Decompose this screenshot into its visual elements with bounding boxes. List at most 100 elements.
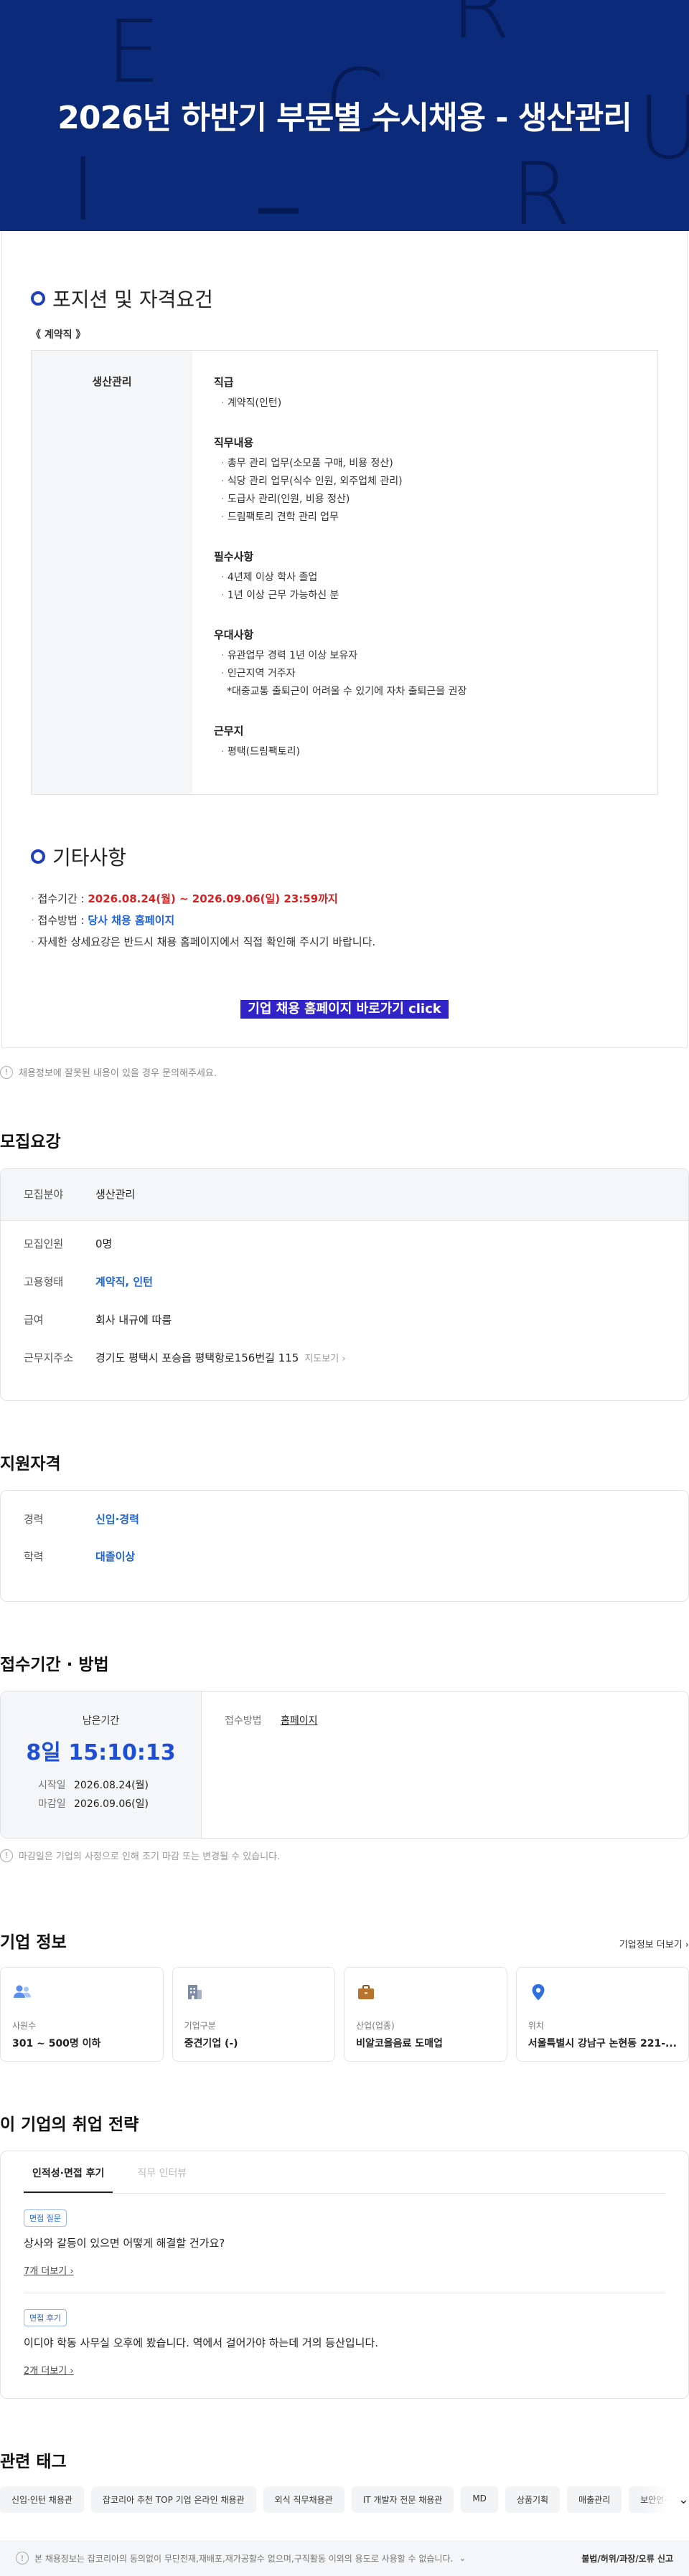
period-box: 남은기간 8일 15:10:13 시작일 2026.08.24(월) 마감일 202… (0, 1691, 689, 1839)
period-dates: 시작일 2026.08.24(월) 마감일 2026.09.06(일) (1, 1776, 201, 1813)
tags-expand[interactable]: ⌄ (643, 2486, 689, 2513)
recruit-head-label: 모집분야 (24, 1188, 64, 1201)
strategy-more-link[interactable]: 2개 더보기 › (24, 2363, 665, 2377)
banner-bg-bar (258, 208, 299, 214)
strategy-badge: 면접 질문 (24, 2209, 67, 2227)
tag-item[interactable]: 외식 직무채용관 (263, 2486, 344, 2513)
position-section-title: 포지션 및 자격요건 (31, 231, 658, 313)
briefcase-icon (358, 1985, 375, 1999)
strategy-item: 면접 후기 이디야 학동 사무실 오후에 봤습니다. 역에서 걸어가야 하는데 … (24, 2293, 665, 2377)
group-item: 드림팩토리 견학 관리 업무 (214, 509, 634, 527)
company-more-label: 기업정보 더보기 (619, 1940, 683, 1950)
apply-homepage-link[interactable]: 홈페이지 (281, 1715, 318, 1727)
strategy-more-label: 7개 더보기 (24, 2266, 67, 2277)
tags-wrap: 신입·인턴 채용관 잡코리아 추천 TOP 기업 온라인 채용관 외식 직무채용… (0, 2486, 689, 2513)
strategy-badge: 면접 후기 (24, 2309, 67, 2326)
recruit-row-value: 0명 (95, 1237, 113, 1250)
strategy-text[interactable]: 이디야 학동 사무실 오후에 봤습니다. 역에서 걸어가야 하는데 거의 등산입… (24, 2335, 665, 2350)
recruit-row: 급여 회사 내규에 따름 (24, 1313, 665, 1327)
strategy-item: 면접 질문 상사와 갈등이 있으면 어떻게 해결할 건가요? 7개 더보기 › (24, 2194, 665, 2277)
banner-bg-letter: R (451, 0, 511, 58)
etc-list: 접수기간 : 2026.08.24(월) ~ 2026.09.06(일) 23:… (31, 888, 658, 953)
company-more-link[interactable]: 기업정보 더보기 › (619, 1937, 689, 1950)
company-homepage-button[interactable]: 기업 채용 홈페이지 바로가기 click (240, 1000, 449, 1019)
group-item: 4년제 이상 학사 졸업 (214, 569, 634, 587)
tag-item[interactable]: 신입·인턴 채용관 (0, 2486, 84, 2513)
group-title: 직무내용 (214, 436, 254, 449)
position-field: 생산관리 (32, 351, 192, 794)
etc-method-value: 당사 채용 홈페이지 (88, 914, 175, 927)
tag-item[interactable]: 매출관리 (567, 2486, 622, 2513)
apply-method: 접수방법 홈페이지 (202, 1692, 341, 1838)
chevron-down-icon[interactable]: ⌄ (459, 2553, 466, 2563)
group-item: 1년 이상 근무 가능하신 분 (214, 587, 634, 605)
map-link[interactable]: 지도보기 › (304, 1354, 345, 1364)
recruit-row: 고용형태 계약직, 인턴 (24, 1275, 665, 1289)
qualification-row-value: 신입·경력 (95, 1513, 139, 1526)
group-title: 우대사항 (214, 628, 254, 641)
chevron-right-icon: › (685, 1940, 689, 1950)
banner-bg-letter: E (106, 3, 161, 103)
company-cards: 사원수 301 ~ 500명 이하 기업구분 중견기업 (-) 산업(업종) 비… (0, 1967, 689, 2062)
company-header: 기업 정보 기업정보 더보기 › (0, 1928, 689, 1953)
start-date-row: 시작일 2026.08.24(월) (38, 1776, 201, 1795)
report-link[interactable]: 채용정보에 잘못된 내용이 있을 경우 문의해주세요. (19, 1065, 217, 1079)
work-address: 경기도 평택시 포승읍 평택항로156번길 115 (95, 1351, 299, 1364)
tag-list: 신입·인턴 채용관 잡코리아 추천 TOP 기업 온라인 채용관 외식 직무채용… (0, 2486, 689, 2513)
chevron-right-icon: › (70, 2366, 74, 2377)
etc-period-value: 2026.08.24(월) ~ 2026.09.06(일) 23:59까지 (88, 892, 338, 905)
qualification-title: 지원자격 (0, 1455, 61, 1473)
group-preferred: 우대사항 유관업무 경력 1년 이상 보유자 인근지역 거주자 *대중교통 출퇴… (214, 626, 634, 701)
recruit-row: 모집인원 0명 (24, 1237, 665, 1251)
tab-interview-review[interactable]: 인적성·면접 후기 (24, 2151, 113, 2193)
tag-item[interactable]: MD (461, 2486, 498, 2513)
group-location: 근무지 평택(드림팩토리) (214, 722, 634, 761)
company-card-industry: 산업(업종) 비알코올음료 도매업 (344, 1967, 507, 2062)
tab-job-interview[interactable]: 직무 인터뷰 (128, 2151, 195, 2193)
footer-notice: ! 본 채용정보는 잡코리아의 동의없이 무단전재,재배포,재가공할수 없으며,… (16, 2552, 466, 2565)
company-title: 기업 정보 (0, 1933, 67, 1952)
group-required: 필수사항 4년제 이상 학사 졸업 1년 이상 근무 가능하신 분 (214, 548, 634, 605)
home-button-wrap: 기업 채용 홈페이지 바로가기 click (31, 1000, 658, 1019)
period-note: ! 마감일은 기업의 사정으로 인해 조기 마감 또는 변경될 수 있습니다. (0, 1849, 689, 1862)
footer-notice-bar: ! 본 채용정보는 잡코리아의 동의없이 무단전재,재배포,재가공할수 없으며,… (0, 2540, 689, 2576)
group-item: 식당 관리 업무(식수 인원, 외주업체 관리) (214, 473, 634, 491)
map-link-label: 지도보기 (304, 1354, 339, 1364)
card-value: 비알코올음료 도매업 (356, 2038, 443, 2049)
footer-notice-text: 본 채용정보는 잡코리아의 동의없이 무단전재,재배포,재가공할수 없으며,구직… (34, 2553, 454, 2564)
group-item: 도급사 관리(인원, 비용 정산) (214, 491, 634, 509)
ring-icon (31, 291, 45, 306)
job-banner: E R C U R I 2026년 하반기 부문별 수시채용 - 생산관리 (0, 0, 689, 231)
group-note: *대중교통 출퇴근이 어려울 수 있기에 자차 출퇴근을 권장 (227, 686, 467, 697)
company-card-type: 기업구분 중견기업 (-) (172, 1967, 336, 2062)
card-value: 중견기업 (-) (184, 2038, 238, 2049)
qualification-row-label: 경력 (24, 1513, 44, 1526)
recruit-box: 모집분야 생산관리 모집인원 0명 고용형태 계약직, 인턴 급여 회사 내규에… (0, 1168, 689, 1401)
tag-item[interactable]: 상품기획 (505, 2486, 561, 2513)
report-error-link[interactable]: 불법/허위/과장/오류 신고 (581, 2552, 673, 2565)
report-notice: ! 채용정보에 잘못된 내용이 있을 경우 문의해주세요. (0, 1065, 689, 1079)
tag-item[interactable]: 잡코리아 추천 TOP 기업 온라인 채용관 (90, 2486, 256, 2513)
info-icon: ! (16, 2552, 29, 2565)
banner-bg-letter: I (70, 141, 96, 232)
chevron-down-icon: ⌄ (678, 2492, 689, 2507)
info-icon: ! (0, 1849, 13, 1862)
card-value: 서울특별시 강남구 논현동 221-... (528, 2038, 677, 2049)
recruit-rows: 모집인원 0명 고용형태 계약직, 인턴 급여 회사 내규에 따름 근무지주소 … (1, 1221, 688, 1400)
strategy-more-link[interactable]: 7개 더보기 › (24, 2263, 665, 2277)
start-date-value: 2026.08.24(월) (74, 1780, 149, 1791)
job-description: 포지션 및 자격요건 《 계약직 》 생산관리 직급 계약직(인턴) 직무내용 … (1, 231, 688, 1048)
strategy-text[interactable]: 상사와 갈등이 있으면 어떻게 해결할 건가요? (24, 2235, 665, 2250)
strategy-more-label: 2개 더보기 (24, 2366, 67, 2377)
company-card-employees: 사원수 301 ~ 500명 이하 (0, 1967, 164, 2062)
contract-label: 《 계약직 》 (31, 329, 86, 341)
remaining-panel: 남은기간 8일 15:10:13 시작일 2026.08.24(월) 마감일 202… (1, 1692, 202, 1838)
apply-method-label: 접수방법 (225, 1715, 262, 1727)
end-date-row: 마감일 2026.09.06(일) (38, 1795, 201, 1813)
position-title-text: 포지션 및 자격요건 (52, 288, 213, 311)
tag-item[interactable]: IT 개발자 전문 채용관 (351, 2486, 454, 2513)
recruit-row-value: 회사 내규에 따름 (95, 1313, 172, 1326)
etc-period-row: 접수기간 : 2026.08.24(월) ~ 2026.09.06(일) 23:… (31, 888, 658, 910)
remaining-time: 8일 15:10:13 (26, 1740, 176, 1765)
qualification-row-value: 대졸이상 (95, 1550, 136, 1563)
